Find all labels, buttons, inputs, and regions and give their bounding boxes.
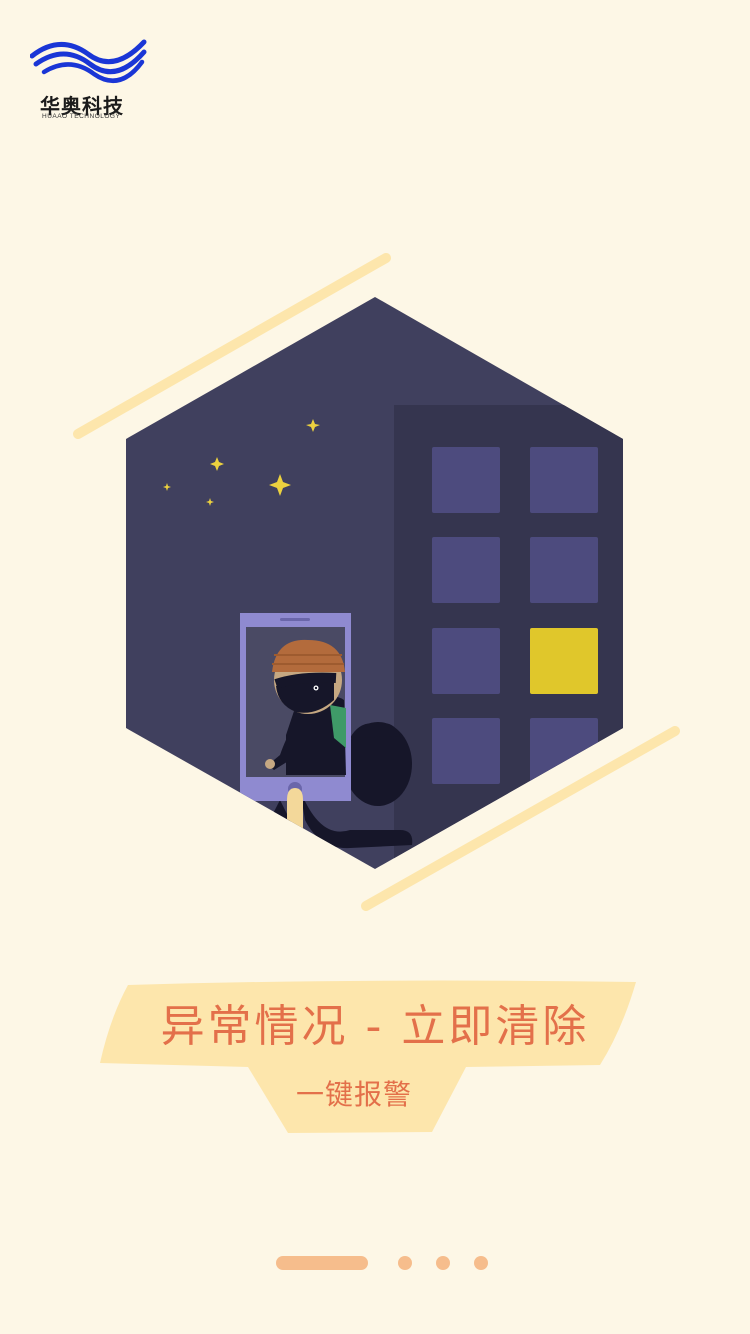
page-indicator xyxy=(276,1256,496,1270)
page-dot[interactable] xyxy=(436,1256,450,1270)
alert-headline: 异常情况 - 立即清除 xyxy=(160,1001,590,1052)
page-dot[interactable] xyxy=(398,1256,412,1270)
brand-subtitle: HUAAO TECHNOLOGY xyxy=(42,113,121,120)
thief-at-night-illustration xyxy=(73,253,680,911)
page-dot-active[interactable] xyxy=(276,1256,368,1270)
page-dot[interactable] xyxy=(474,1256,488,1270)
one-click-alarm-label: 一键报警 xyxy=(295,1078,412,1111)
